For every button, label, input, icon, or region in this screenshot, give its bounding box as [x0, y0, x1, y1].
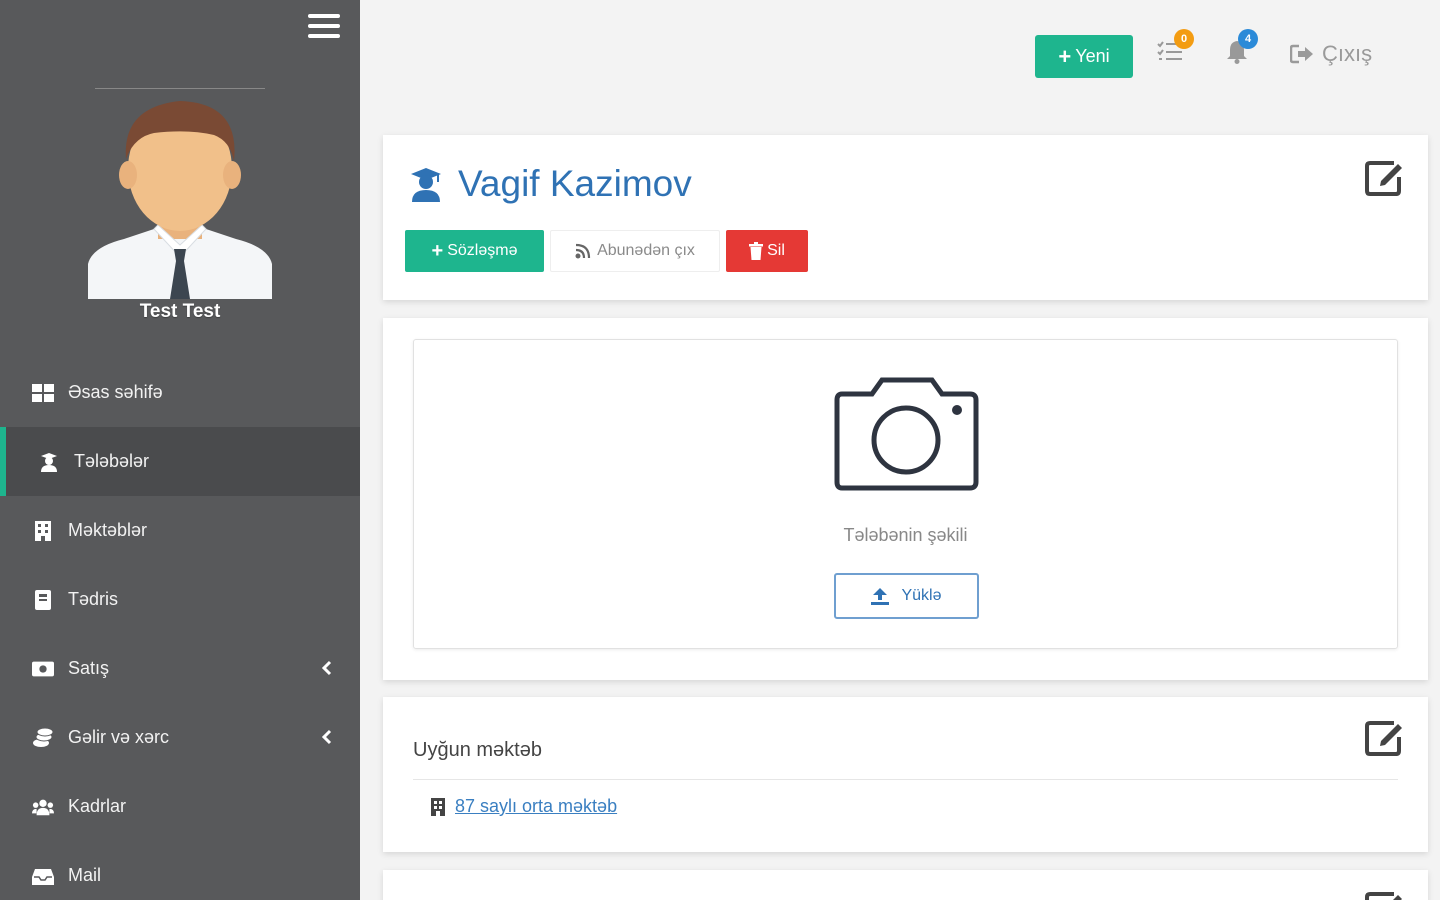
sidebar-item-mektebler[interactable]: Məktəblər [0, 496, 360, 565]
tasks-badge: 0 [1174, 29, 1194, 49]
building-icon [32, 520, 54, 541]
building-icon [431, 797, 445, 816]
student-name: Vagif Kazimov [458, 163, 692, 204]
inbox-icon [32, 866, 54, 886]
users-icon [32, 797, 54, 817]
camera-icon [834, 377, 979, 491]
sidebar: Test Test Əsas səhifə Tələbələr Məktəblə… [0, 0, 360, 900]
sidebar-item-telebeler[interactable]: Tələbələr [0, 427, 360, 496]
photo-upload-area: Tələbənin şəkili Yüklə [413, 339, 1398, 649]
sidebar-item-label: Tədris [68, 589, 119, 609]
contract-label: Sözləşmə [447, 242, 518, 259]
money-icon [32, 659, 54, 679]
notifications-button[interactable]: 4 [1226, 29, 1258, 68]
school-heading: Uyğun məktəb [413, 739, 542, 761]
dashboard-icon [32, 383, 54, 403]
delete-label: Sil [767, 242, 785, 259]
school-link-row: 87 saylı orta məktəb [431, 796, 617, 817]
sidebar-item-esas-sehife[interactable]: Əsas səhifə [0, 358, 360, 427]
menu-toggle-icon[interactable] [308, 14, 340, 42]
notifications-badge: 4 [1238, 29, 1258, 49]
book-icon [32, 589, 54, 610]
sidebar-item-mail[interactable]: Mail [0, 841, 360, 900]
page-title: Vagif Kazimov [408, 163, 692, 205]
student-header-card: Vagif Kazimov + Sözləşmə Abunədən çıx Si… [383, 135, 1428, 300]
profile-name: Test Test [139, 301, 221, 322]
divider [413, 779, 1398, 780]
logout-label: Çıxış [1322, 41, 1373, 66]
contract-button[interactable]: + Sözləşmə [405, 230, 544, 272]
chevron-left-icon[interactable] [322, 660, 332, 676]
plus-icon: + [1058, 43, 1072, 69]
school-link[interactable]: 87 saylı orta məktəb [455, 796, 617, 817]
sidebar-item-label: Əsas səhifə [68, 382, 163, 402]
plus-icon: + [431, 239, 444, 262]
sidebar-item-label: Satış [68, 658, 110, 678]
sidebar-item-label: Məktəblər [68, 520, 148, 540]
chevron-left-icon[interactable] [322, 729, 332, 745]
upload-label: Yüklə [901, 587, 942, 604]
next-card [383, 870, 1428, 900]
sidebar-item-kadrlar[interactable]: Kadrlar [0, 772, 360, 841]
edit-icon[interactable] [1364, 717, 1406, 757]
upload-button[interactable]: Yüklə [834, 573, 979, 619]
edit-icon[interactable] [1364, 157, 1406, 197]
photo-caption: Tələbənin şəkili [843, 525, 968, 545]
tasks-button[interactable]: 0 [1157, 29, 1194, 68]
new-button-label: Yeni [1075, 46, 1110, 66]
student-icon [411, 168, 441, 202]
avatar [88, 101, 272, 299]
unsubscribe-button[interactable]: Abunədən çıx [550, 230, 720, 272]
student-icon [38, 452, 60, 472]
sign-out-icon [1290, 44, 1313, 64]
coins-icon [32, 727, 54, 748]
upload-icon [871, 588, 890, 605]
sidebar-item-satis[interactable]: Satış [0, 634, 360, 703]
sidebar-menu: Əsas səhifə Tələbələr Məktəblər Tədris S… [0, 358, 360, 900]
sidebar-item-label: Kadrlar [68, 796, 127, 816]
sidebar-item-label: Mail [68, 865, 102, 885]
sidebar-item-tedris[interactable]: Tədris [0, 565, 360, 634]
new-button[interactable]: + Yeni [1035, 35, 1133, 78]
rss-icon [575, 243, 591, 259]
student-actions: + Sözləşmə Abunədən çıx Sil [405, 230, 814, 272]
unsubscribe-label: Abunədən çıx [597, 242, 695, 259]
photo-card: Tələbənin şəkili Yüklə [383, 318, 1428, 680]
sidebar-item-label: Gəlir və xərc [68, 727, 170, 747]
sidebar-item-gelir-ve-xerc[interactable]: Gəlir və xərc [0, 703, 360, 772]
delete-button[interactable]: Sil [726, 230, 808, 272]
sidebar-item-label: Tələbələr [74, 451, 150, 471]
trash-icon [749, 242, 764, 260]
user-profile: Test Test [0, 88, 360, 323]
school-card: Uyğun məktəb 87 saylı orta məktəb [383, 697, 1428, 852]
edit-icon[interactable] [1364, 888, 1406, 900]
logout-link[interactable]: Çıxış [1290, 38, 1372, 70]
